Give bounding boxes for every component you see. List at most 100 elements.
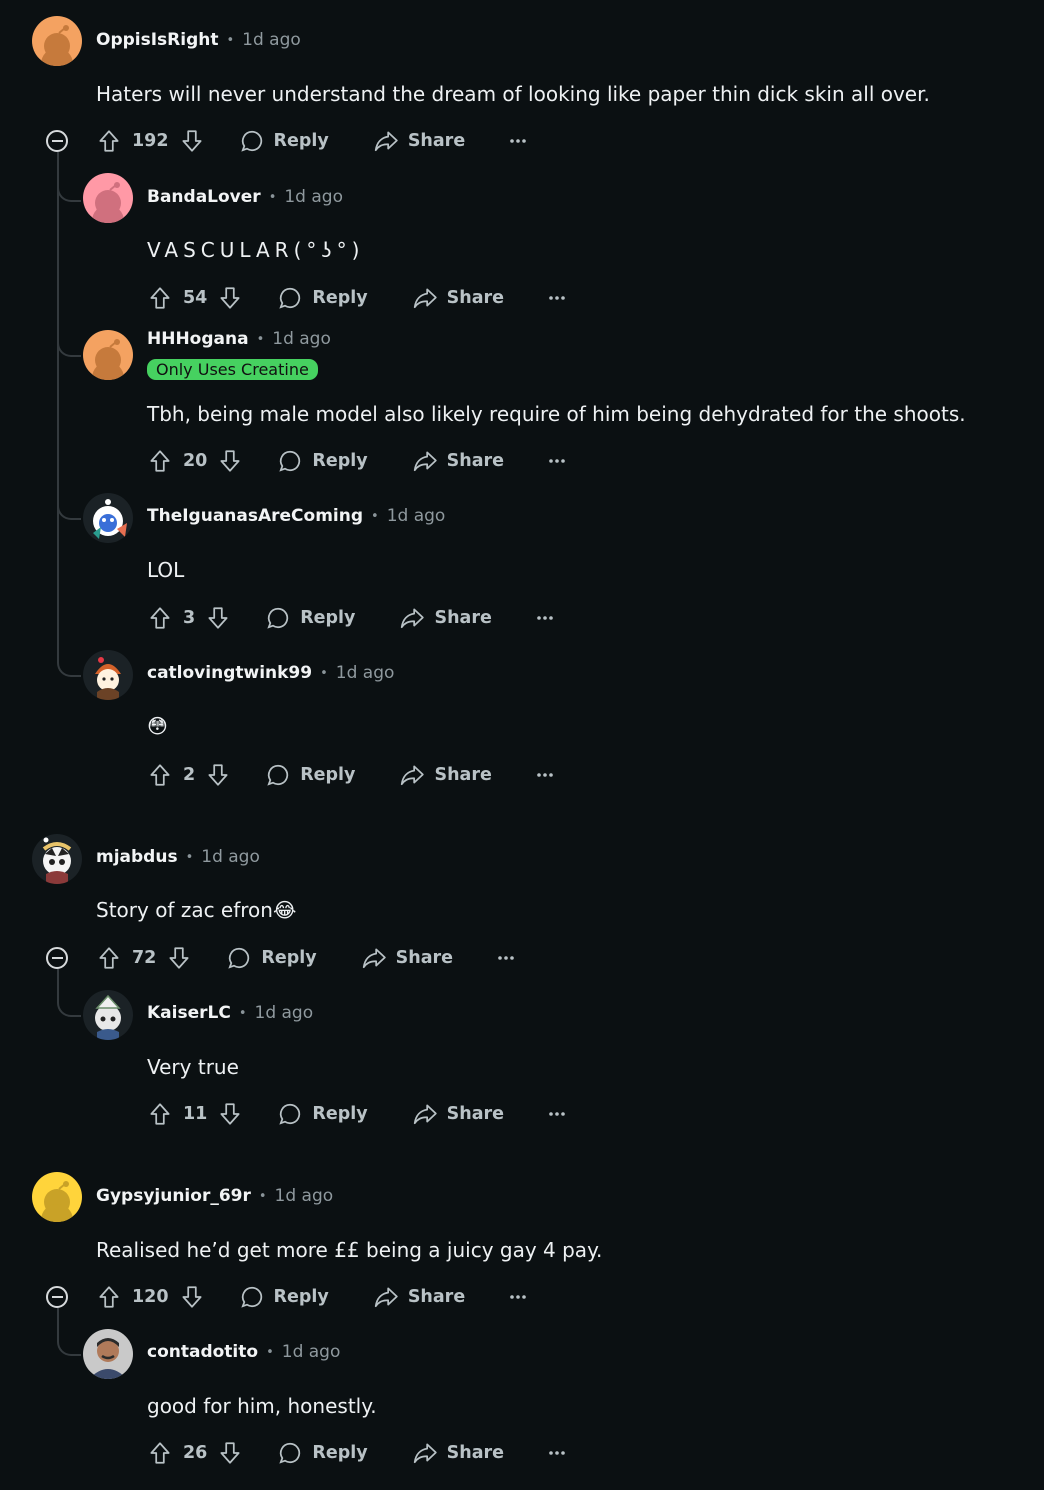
share-button[interactable]: Share xyxy=(412,1101,504,1127)
comment-body: VASCULAR(°ʖ°) xyxy=(147,238,365,262)
share-icon xyxy=(412,1440,438,1466)
upvote-icon[interactable] xyxy=(147,1101,173,1127)
share-button[interactable]: Share xyxy=(361,945,453,971)
collapse-thread-button[interactable] xyxy=(46,947,68,969)
more-options-icon[interactable] xyxy=(536,615,554,621)
more-options-icon[interactable] xyxy=(548,1111,566,1117)
vote-group: 11 xyxy=(147,1101,243,1127)
reply-button[interactable]: Reply xyxy=(239,1284,329,1310)
author-name[interactable]: BandaLover xyxy=(147,187,261,207)
reply-label: Reply xyxy=(312,1104,368,1124)
reply-button[interactable]: Reply xyxy=(265,605,355,631)
downvote-icon[interactable] xyxy=(217,1101,243,1127)
collapse-thread-button[interactable] xyxy=(46,1286,68,1308)
downvote-icon[interactable] xyxy=(179,1284,205,1310)
separator: • xyxy=(238,1005,247,1021)
thread-line xyxy=(57,152,59,662)
share-label: Share xyxy=(446,451,505,471)
downvote-icon[interactable] xyxy=(217,285,243,311)
author-name[interactable]: OppisIsRight xyxy=(96,30,219,50)
timestamp[interactable]: 1d ago xyxy=(201,847,260,867)
more-options-icon[interactable] xyxy=(497,955,515,961)
timestamp[interactable]: 1d ago xyxy=(387,506,446,526)
share-button[interactable]: Share xyxy=(412,1440,504,1466)
reply-label: Reply xyxy=(300,608,356,628)
reply-icon xyxy=(277,1101,303,1127)
downvote-icon[interactable] xyxy=(179,128,205,154)
reply-icon xyxy=(265,605,291,631)
avatar[interactable] xyxy=(83,493,133,543)
upvote-icon[interactable] xyxy=(147,448,173,474)
timestamp[interactable]: 1d ago xyxy=(275,1186,334,1206)
reply-button[interactable]: Reply xyxy=(277,1101,368,1127)
avatar[interactable] xyxy=(83,650,133,700)
vote-score: 72 xyxy=(132,948,157,968)
reply-button[interactable]: Reply xyxy=(277,448,368,474)
share-button[interactable]: Share xyxy=(399,762,492,788)
downvote-icon[interactable] xyxy=(166,945,192,971)
more-options-icon[interactable] xyxy=(548,1450,566,1456)
timestamp[interactable]: 1d ago xyxy=(272,329,331,349)
upvote-icon[interactable] xyxy=(147,762,173,788)
timestamp[interactable]: 1d ago xyxy=(242,30,301,50)
vote-score: 20 xyxy=(183,451,208,471)
thread-line xyxy=(57,1308,59,1334)
separator: • xyxy=(185,849,194,865)
reply-label: Reply xyxy=(312,451,368,471)
author-name[interactable]: mjabdus xyxy=(96,847,178,867)
reply-button[interactable]: Reply xyxy=(277,1440,368,1466)
author-name[interactable]: TheIguanasAreComing xyxy=(147,506,363,526)
avatar[interactable] xyxy=(83,173,133,223)
reply-icon xyxy=(277,1440,303,1466)
timestamp[interactable]: 1d ago xyxy=(336,663,395,683)
timestamp[interactable]: 1d ago xyxy=(284,187,343,207)
reply-button[interactable]: Reply xyxy=(277,285,368,311)
vote-score: 11 xyxy=(183,1104,208,1124)
share-button[interactable]: Share xyxy=(373,1284,465,1310)
collapse-thread-button[interactable] xyxy=(46,130,68,152)
downvote-icon[interactable] xyxy=(205,605,231,631)
author-name[interactable]: contadotito xyxy=(147,1342,258,1362)
thread-elbow xyxy=(57,995,81,1017)
avatar[interactable] xyxy=(83,330,133,380)
author-name[interactable]: HHHogana xyxy=(147,329,249,349)
upvote-icon[interactable] xyxy=(96,128,122,154)
upvote-icon[interactable] xyxy=(96,945,122,971)
avatar[interactable] xyxy=(32,16,82,66)
share-button[interactable]: Share xyxy=(399,605,492,631)
more-options-icon[interactable] xyxy=(548,458,566,464)
comment-body: Very true xyxy=(147,1055,239,1079)
timestamp[interactable]: 1d ago xyxy=(282,1342,341,1362)
downvote-icon[interactable] xyxy=(217,1440,243,1466)
more-options-icon[interactable] xyxy=(509,138,527,144)
avatar[interactable] xyxy=(32,1172,82,1222)
avatar[interactable] xyxy=(83,990,133,1040)
share-icon xyxy=(399,762,425,788)
avatar[interactable] xyxy=(83,1329,133,1379)
author-name[interactable]: catlovingtwink99 xyxy=(147,663,312,683)
timestamp[interactable]: 1d ago xyxy=(255,1003,314,1023)
more-options-icon[interactable] xyxy=(509,1294,527,1300)
author-name[interactable]: KaiserLC xyxy=(147,1003,231,1023)
upvote-icon[interactable] xyxy=(96,1284,122,1310)
upvote-icon[interactable] xyxy=(147,1440,173,1466)
vote-group: 20 xyxy=(147,448,243,474)
share-button[interactable]: Share xyxy=(373,128,465,154)
share-button[interactable]: Share xyxy=(412,285,504,311)
vote-score: 3 xyxy=(183,608,196,628)
upvote-icon[interactable] xyxy=(147,605,173,631)
comment-body: LOL xyxy=(147,558,185,582)
comment-meta: TheIguanasAreComing • 1d ago xyxy=(147,506,445,526)
reply-button[interactable]: Reply xyxy=(239,128,329,154)
vote-score: 192 xyxy=(132,131,169,151)
reply-button[interactable]: Reply xyxy=(265,762,355,788)
more-options-icon[interactable] xyxy=(548,295,566,301)
reply-button[interactable]: Reply xyxy=(226,945,317,971)
downvote-icon[interactable] xyxy=(205,762,231,788)
avatar[interactable] xyxy=(32,834,82,884)
upvote-icon[interactable] xyxy=(147,285,173,311)
more-options-icon[interactable] xyxy=(536,772,554,778)
downvote-icon[interactable] xyxy=(217,448,243,474)
author-name[interactable]: Gypsyjunior_69r xyxy=(96,1186,251,1206)
share-button[interactable]: Share xyxy=(412,448,504,474)
